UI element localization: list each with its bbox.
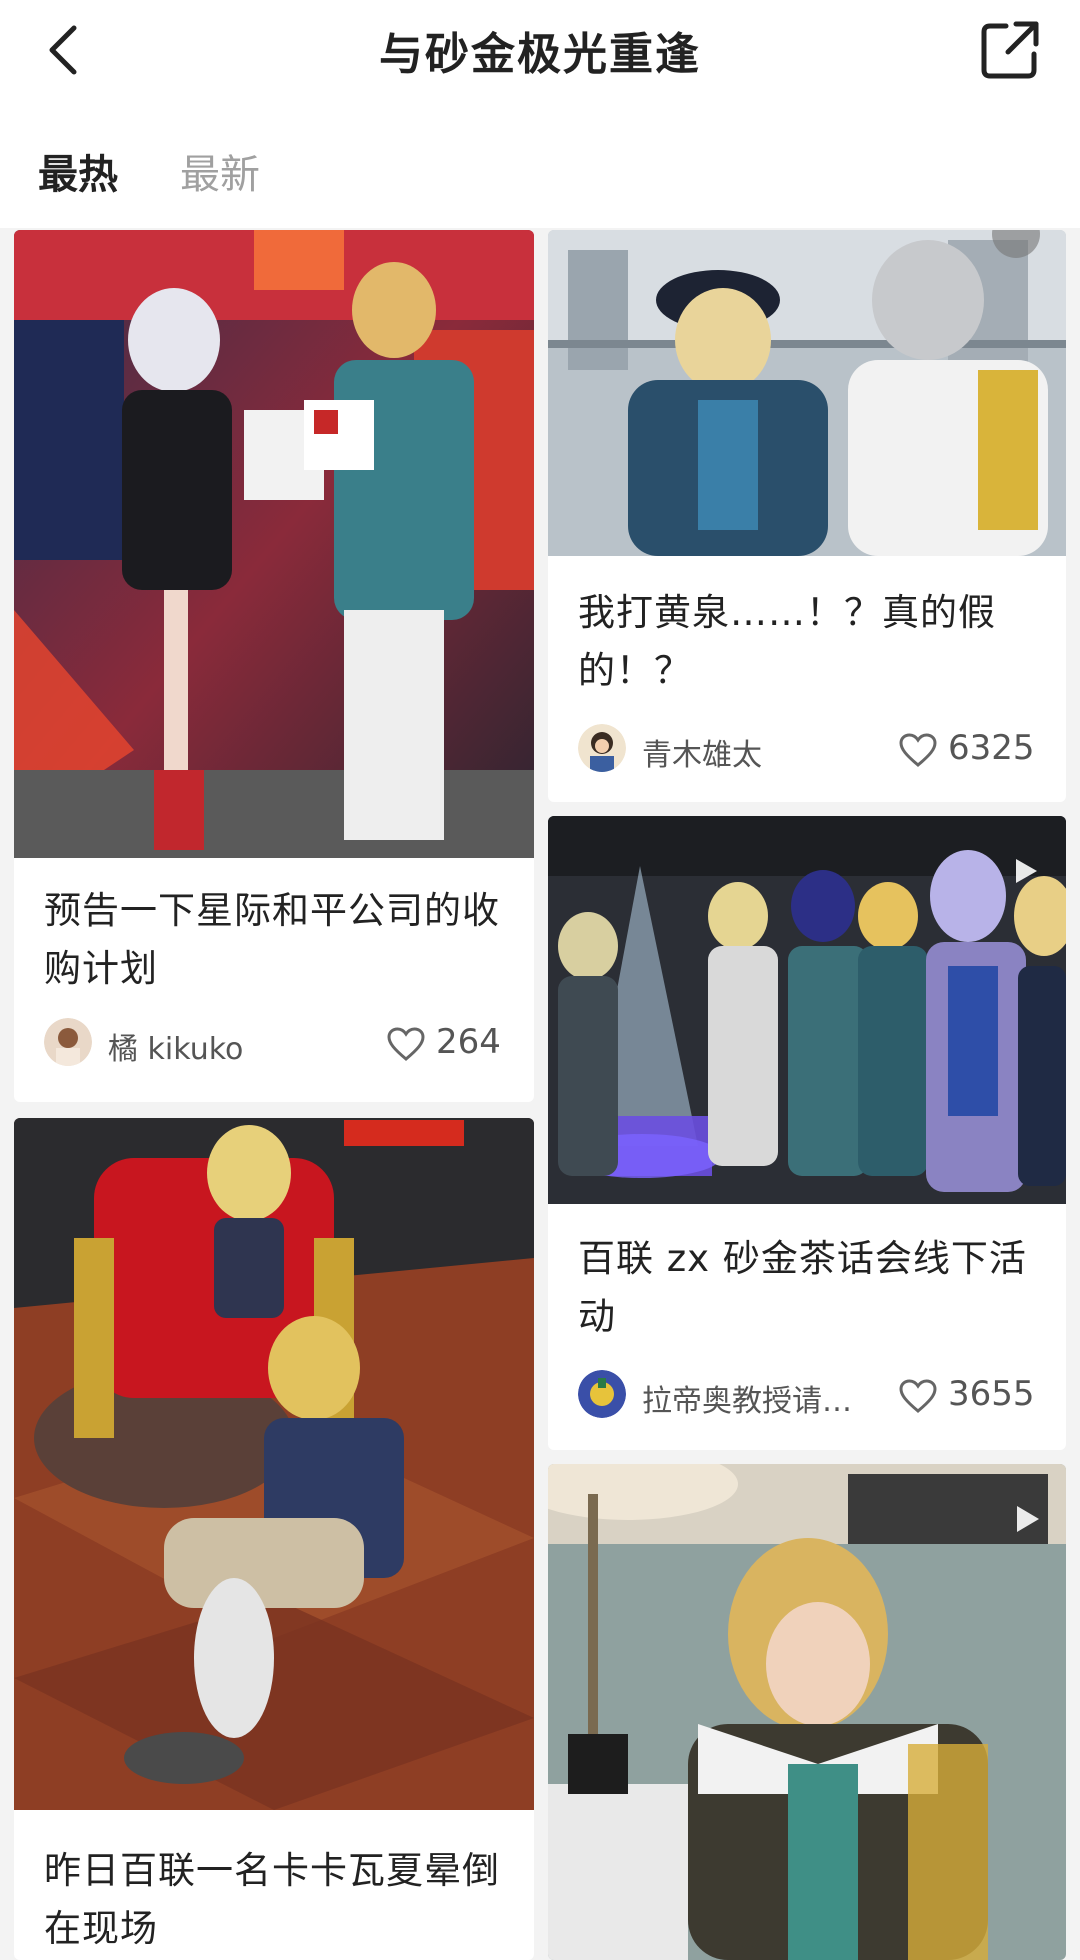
post-image[interactable] bbox=[14, 230, 534, 858]
author-name[interactable]: 拉帝奥教授请… bbox=[642, 1376, 852, 1420]
post-card[interactable]: 昨日百联一名卡卡瓦夏晕倒在现场 bbox=[14, 1118, 534, 1960]
post-image[interactable] bbox=[548, 1464, 1066, 1960]
post-card[interactable]: 预告一下星际和平公司的收购计划 橘 kikuko 264 bbox=[14, 230, 534, 1102]
post-title[interactable]: 昨日百联一名卡卡瓦夏晕倒在现场 bbox=[44, 1842, 504, 1958]
post-image[interactable] bbox=[548, 230, 1066, 556]
like-button[interactable]: 264 bbox=[386, 1020, 506, 1068]
author-name[interactable]: 青木雄太 bbox=[642, 730, 762, 774]
heart-icon bbox=[387, 1027, 425, 1061]
post-image[interactable] bbox=[548, 816, 1066, 1204]
post-card[interactable] bbox=[548, 1464, 1066, 1960]
post-meta: 青木雄太 6325 bbox=[578, 722, 1038, 778]
post-title[interactable]: 我打黄泉……！？真的假的！？ bbox=[578, 584, 1036, 700]
avatar[interactable] bbox=[578, 724, 626, 772]
heart-icon bbox=[899, 1379, 937, 1413]
post-card[interactable]: 百联 zx 砂金茶话会线下活动 拉帝奥教授请… 3655 bbox=[548, 816, 1066, 1450]
tab-latest[interactable]: 最新 bbox=[180, 142, 260, 200]
post-meta: 拉帝奥教授请… 3655 bbox=[578, 1368, 1038, 1424]
post-title[interactable]: 百联 zx 砂金茶话会线下活动 bbox=[578, 1230, 1036, 1346]
top-bar: 与砂金极光重逢 bbox=[0, 0, 1080, 100]
avatar[interactable] bbox=[44, 1018, 92, 1066]
post-card[interactable]: 我打黄泉……！？真的假的！？ 青木雄太 6325 bbox=[548, 230, 1066, 802]
share-external-icon[interactable] bbox=[976, 16, 1044, 84]
tab-hot[interactable]: 最热 bbox=[38, 142, 118, 200]
heart-icon bbox=[899, 733, 937, 767]
tab-bar: 最热 最新 bbox=[0, 100, 1080, 228]
video-play-icon bbox=[1016, 859, 1037, 883]
post-image[interactable] bbox=[14, 1118, 534, 1810]
like-button[interactable]: 3655 bbox=[898, 1372, 1038, 1420]
avatar[interactable] bbox=[578, 1370, 626, 1418]
chevron-left-icon[interactable] bbox=[36, 18, 100, 82]
like-button[interactable]: 6325 bbox=[898, 726, 1038, 774]
like-count: 264 bbox=[436, 1022, 501, 1062]
post-meta: 橘 kikuko 264 bbox=[44, 1016, 506, 1072]
like-count: 6325 bbox=[948, 728, 1035, 768]
author-name[interactable]: 橘 kikuko bbox=[108, 1024, 243, 1068]
like-count: 3655 bbox=[948, 1374, 1035, 1414]
page-title: 与砂金极光重逢 bbox=[379, 29, 701, 80]
post-title[interactable]: 预告一下星际和平公司的收购计划 bbox=[44, 882, 504, 998]
